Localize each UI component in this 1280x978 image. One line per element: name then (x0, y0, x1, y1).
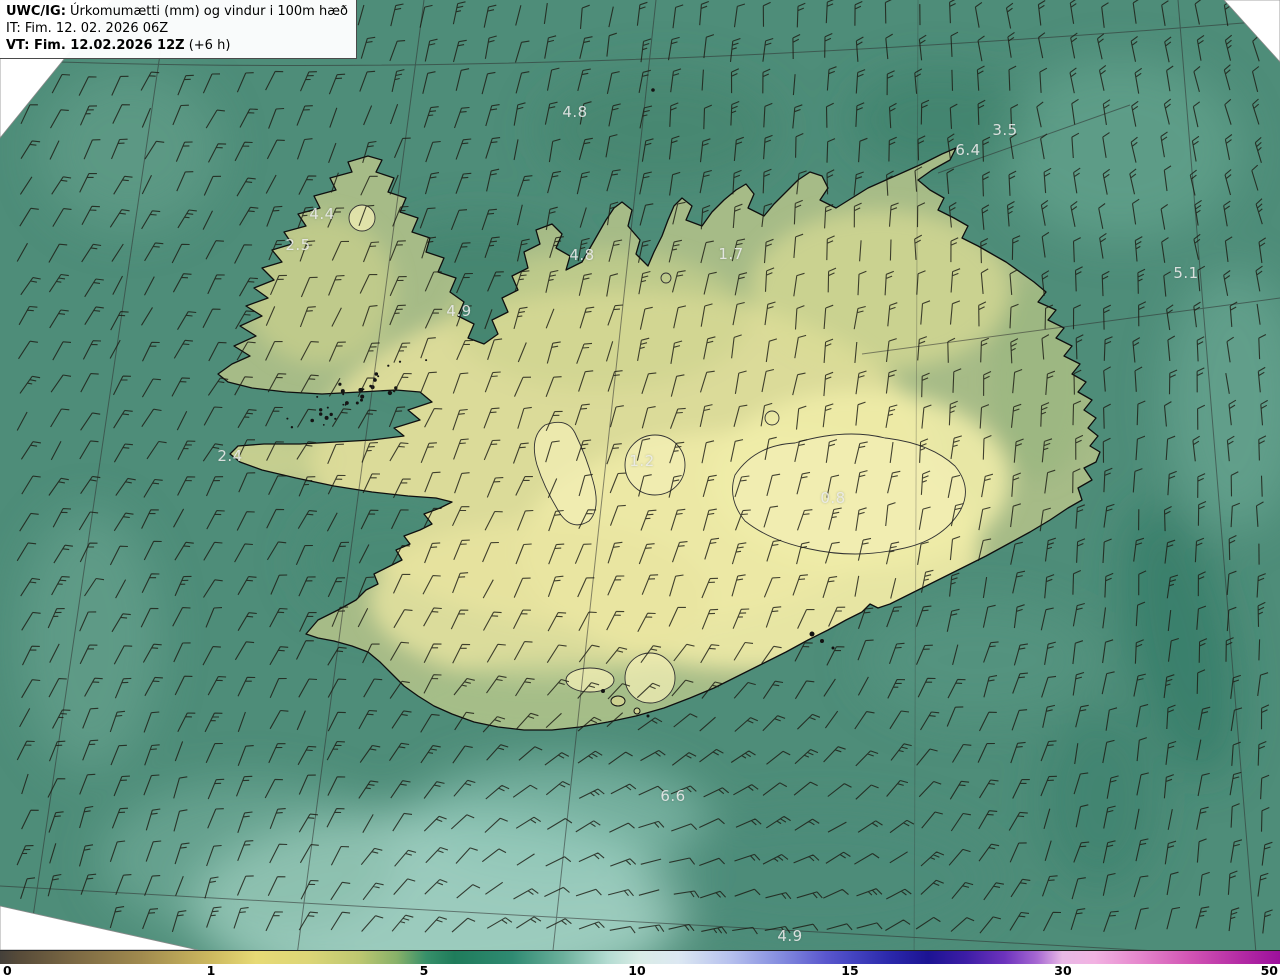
precip-value-label: 4.8 (569, 246, 594, 264)
precip-value-label: 4.4 (309, 205, 334, 223)
precip-value-label: 4.9 (446, 302, 471, 320)
precip-value-label: 5.1 (1173, 264, 1198, 282)
colorbar-labels: 01510153050 (0, 964, 1280, 978)
init-time-line: IT: Fim. 12. 02. 2026 06Z (6, 20, 348, 37)
title-line: UWC/IG: Úrkomumætti (mm) og vindur i 100… (6, 3, 348, 20)
colorbar-tick-label: 30 (1054, 964, 1071, 978)
precip-value-label: 2.5 (285, 236, 310, 254)
precip-value-label: 4.9 (777, 927, 802, 945)
eyjafjallajokull-glacier (566, 668, 614, 692)
myrdalsjokull-glacier (625, 653, 675, 703)
colorbar-tick-label: 10 (628, 964, 645, 978)
weather-map-stage: 4.8 3.5 6.4 4.4 2.5 4.8 1.7 5.1 4.9 1.2 2.4 0.8 6.6 4… (0, 0, 1280, 978)
precip-value-label: 6.4 (955, 141, 980, 159)
colorbar-tick-label: 0 (3, 964, 12, 978)
colorbar-tick-label: 1 (207, 964, 216, 978)
colorbar-tick-label: 50 (1261, 964, 1278, 978)
weather-map (0, 0, 1280, 978)
precip-value-label: 6.6 (660, 787, 685, 805)
precip-value-label: 1.7 (718, 245, 743, 263)
colorbar-tick-label: 15 (841, 964, 858, 978)
precip-value-label: 4.8 (562, 103, 587, 121)
precip-value-label: 1.2 (629, 452, 654, 470)
precip-value-label: 0.8 (820, 489, 845, 507)
colorbar-tick-label: 5 (420, 964, 429, 978)
precip-value-label: 3.5 (992, 121, 1017, 139)
valid-time-line: VT: Fim. 12.02.2026 12Z (+6 h) (6, 37, 348, 54)
precip-value-label: 2.4 (217, 447, 242, 465)
title-box: UWC/IG: Úrkomumætti (mm) og vindur i 100… (0, 0, 357, 59)
